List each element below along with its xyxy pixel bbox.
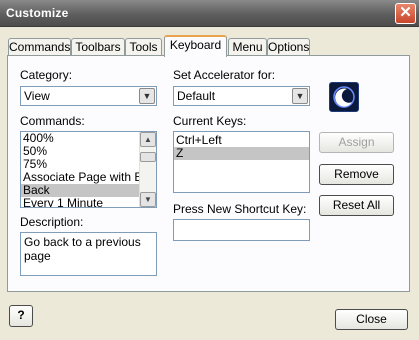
close-button[interactable]: Close: [335, 309, 408, 330]
description-text: Go back to a previous page: [24, 235, 141, 263]
list-item-selected[interactable]: Z: [174, 147, 309, 160]
scroll-up-icon[interactable]: ▲: [140, 132, 156, 147]
assign-button[interactable]: Assign: [319, 132, 394, 153]
tab-menu[interactable]: Menu: [228, 38, 267, 56]
chevron-down-icon: ▼: [139, 88, 155, 104]
tab-tools[interactable]: Tools: [125, 38, 162, 56]
tab-keyboard[interactable]: Keyboard: [164, 35, 227, 57]
close-window-button[interactable]: ✕: [395, 3, 416, 24]
category-value: View: [24, 89, 50, 103]
remove-button[interactable]: Remove: [319, 164, 394, 185]
close-icon: ✕: [399, 4, 412, 21]
chevron-down-icon: ▼: [292, 88, 308, 104]
window-title: Customize: [6, 6, 69, 20]
accelerator-dropdown[interactable]: Default ▼: [173, 86, 310, 106]
list-item[interactable]: Ctrl+Left: [174, 134, 309, 147]
help-button[interactable]: ?: [9, 305, 33, 327]
shortcut-label: Press New Shortcut Key:: [173, 202, 307, 216]
title-bar: Customize ✕: [0, 0, 419, 27]
current-keys-label: Current Keys:: [173, 114, 247, 128]
moon-icon: [329, 82, 359, 112]
reset-all-button[interactable]: Reset All: [319, 195, 394, 216]
commands-scrollbar[interactable]: ▲ ▼: [139, 132, 156, 207]
commands-label: Commands:: [20, 114, 85, 128]
help-icon: ?: [17, 308, 25, 322]
current-keys-list[interactable]: Ctrl+Left Z: [173, 131, 310, 193]
customize-dialog: Customize ✕ Commands Toolbars Tools Keyb…: [0, 0, 419, 340]
commands-list[interactable]: 400% 50% 75% Associate Page with Eng Bac…: [20, 131, 157, 208]
description-box: Go back to a previous page: [20, 232, 157, 276]
shortcut-key-input[interactable]: [173, 219, 310, 241]
accelerator-label: Set Accelerator for:: [173, 68, 276, 82]
scroll-down-icon[interactable]: ▼: [140, 192, 156, 207]
tab-toolbars[interactable]: Toolbars: [71, 38, 125, 56]
category-dropdown[interactable]: View ▼: [20, 86, 157, 106]
category-label: Category:: [20, 68, 73, 82]
tab-options[interactable]: Options: [267, 38, 310, 56]
tab-commands[interactable]: Commands: [8, 38, 71, 56]
description-label: Description:: [20, 215, 84, 229]
accelerator-value: Default: [177, 89, 216, 103]
scroll-thumb[interactable]: [140, 152, 156, 162]
list-item[interactable]: Every 1 Minute: [21, 197, 156, 208]
